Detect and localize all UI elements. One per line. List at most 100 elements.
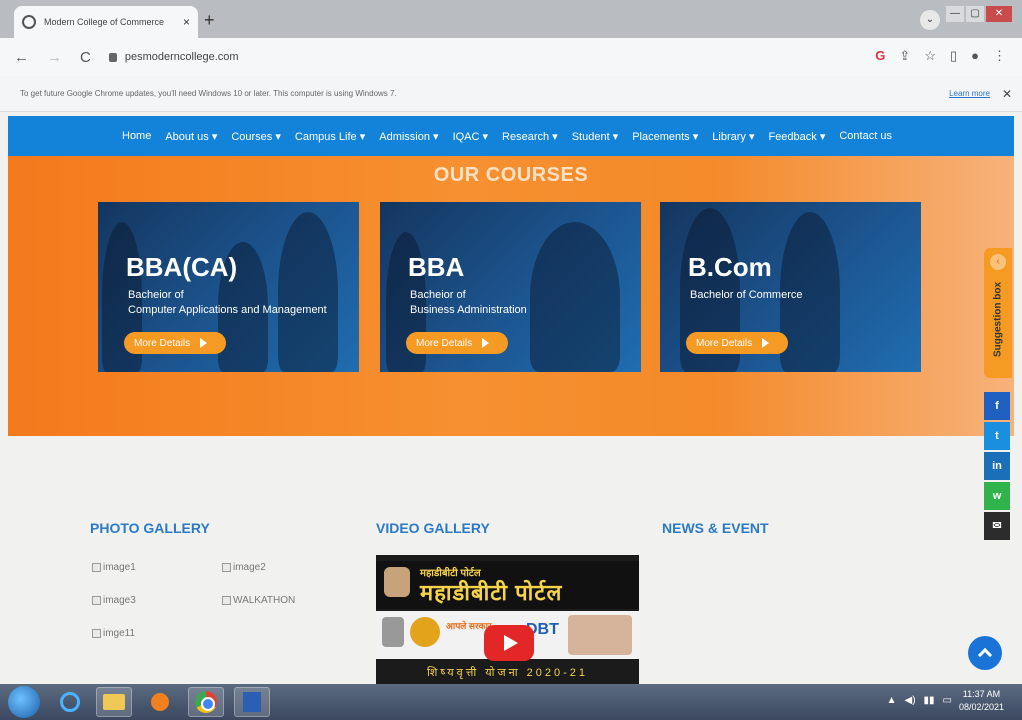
nav-item-iqac[interactable]: IQAC ▾: [453, 130, 488, 143]
suggestion-box-label: Suggestion box: [992, 282, 1004, 357]
nav-item-home[interactable]: Home: [122, 130, 151, 142]
taskbar-file-explorer[interactable]: [96, 687, 132, 717]
window-controls: — ▢ ✕: [946, 6, 1012, 22]
site-favicon-icon: [22, 15, 36, 29]
folder-icon: [103, 694, 125, 710]
seal-icon: [410, 617, 440, 647]
nav-item-student[interactable]: Student ▾: [572, 130, 619, 143]
nav-item-research[interactable]: Research ▾: [502, 130, 558, 143]
nav-item-campus-life[interactable]: Campus Life ▾: [295, 130, 365, 143]
share-icon[interactable]: ⇪: [899, 48, 910, 64]
course-card-bbaca[interactable]: BBA(CA) Bacheior of Computer Application…: [98, 202, 359, 372]
course-desc-line1: Bacheior of: [128, 289, 184, 301]
nav-item-library[interactable]: Library ▾: [712, 130, 754, 143]
video-bottom-caption: शिष्यवृत्ती योजना 2020-21: [426, 667, 588, 679]
taskbar-chrome[interactable]: [188, 687, 224, 717]
tab-close-icon[interactable]: ×: [183, 15, 190, 29]
window-close-button[interactable]: ✕: [986, 6, 1012, 22]
image-alt-text: image3: [103, 595, 136, 606]
nav-item-courses[interactable]: Courses ▾: [231, 130, 281, 143]
lock-icon: [108, 52, 117, 62]
emblem-icon: [382, 617, 404, 647]
gallery-image[interactable]: imge11: [92, 628, 135, 639]
course-description: Bacheior of Business Administration: [410, 288, 527, 318]
minimize-button[interactable]: —: [946, 6, 964, 22]
news-events-title: NEWS & EVENT: [662, 520, 769, 536]
nav-item-admission[interactable]: Admission ▾: [379, 130, 438, 143]
back-button[interactable]: ←: [14, 49, 29, 66]
browser-menu-icon[interactable]: ⋮: [993, 48, 1006, 64]
gallery-image[interactable]: image2: [222, 562, 266, 573]
nav-item-feedback[interactable]: Feedback ▾: [768, 130, 825, 143]
play-arrow-icon: [482, 338, 490, 348]
reload-button[interactable]: C: [80, 49, 91, 66]
infobar-close-icon[interactable]: ✕: [1002, 87, 1012, 101]
chevron-up-icon: [977, 647, 993, 663]
linkedin-icon[interactable]: in: [984, 452, 1010, 480]
infobar-message: To get future Google Chrome updates, you…: [20, 89, 397, 98]
tray-expand-icon[interactable]: ▲: [887, 695, 897, 706]
more-details-button[interactable]: More Details: [406, 332, 508, 354]
profile-icon[interactable]: ●: [971, 48, 979, 64]
gallery-image[interactable]: WALKATHON: [222, 595, 295, 606]
new-tab-button[interactable]: +: [204, 10, 215, 31]
taskbar-word[interactable]: [234, 687, 270, 717]
media-player-icon: [151, 693, 169, 711]
google-translate-icon[interactable]: G: [875, 48, 885, 64]
email-icon[interactable]: ✉: [984, 512, 1010, 540]
course-desc-line1: Bachelor of Commerce: [690, 289, 803, 301]
whatsapp-icon[interactable]: w: [984, 482, 1010, 510]
play-arrow-icon: [762, 338, 770, 348]
courses-title: OUR COURSES: [433, 164, 589, 186]
gallery-image[interactable]: image1: [92, 562, 136, 573]
taskbar-internet-explorer[interactable]: [52, 687, 88, 717]
clock-time: 11:37 AM: [962, 689, 1001, 699]
more-details-label: More Details: [696, 337, 753, 349]
image-alt-text: WALKATHON: [233, 595, 296, 606]
notification-icon[interactable]: ▭: [943, 695, 952, 706]
course-card-bba[interactable]: BBA Bacheior of Business Administration …: [380, 202, 641, 372]
course-name: BBA: [408, 252, 465, 282]
browser-tab-strip: Modern College of Commerce × + ⌄ — ▢ ✕: [0, 0, 1022, 38]
nav-item-contact[interactable]: Contact us: [839, 130, 892, 142]
address-bar[interactable]: pesmoderncollege.com: [108, 51, 239, 63]
suggestion-box-tab[interactable]: ‹ Suggestion box: [984, 248, 1012, 378]
more-details-label: More Details: [134, 337, 191, 349]
maximize-button[interactable]: ▢: [966, 6, 984, 22]
browser-toolbar: ← → C pesmoderncollege.com G ⇪ ☆ ▯ ● ⋮: [0, 38, 1022, 76]
bookmark-star-icon[interactable]: ☆: [924, 48, 936, 64]
learn-more-link[interactable]: Learn more: [949, 89, 990, 98]
broken-image-icon: [222, 596, 231, 605]
system-tray: ▲ ◀) ▮▮ ▭: [887, 695, 952, 706]
windows-taskbar: ▲ ◀) ▮▮ ▭ 11:37 AM 08/02/2021: [0, 684, 1022, 720]
tab-title: Modern College of Commerce: [44, 17, 165, 27]
gallery-image[interactable]: image3: [92, 595, 136, 606]
youtube-play-button[interactable]: [484, 625, 534, 661]
more-details-button[interactable]: More Details: [124, 332, 226, 354]
browser-tab[interactable]: Modern College of Commerce ×: [14, 6, 198, 38]
twitter-icon[interactable]: t: [984, 422, 1010, 450]
forward-button[interactable]: →: [47, 49, 62, 66]
people-photo: [568, 615, 632, 655]
scroll-to-top-button[interactable]: [968, 636, 1002, 670]
more-details-button[interactable]: More Details: [686, 332, 788, 354]
broken-image-icon: [92, 563, 101, 572]
toolbar-actions: G ⇪ ☆ ▯ ● ⋮: [875, 48, 1006, 64]
start-button[interactable]: [8, 686, 40, 718]
nav-item-placements[interactable]: Placements ▾: [632, 130, 698, 143]
nav-item-about[interactable]: About us ▾: [165, 130, 217, 143]
network-icon[interactable]: ▮▮: [924, 695, 935, 706]
image-alt-text: image1: [103, 562, 136, 573]
screen: Modern College of Commerce × + ⌄ — ▢ ✕ ←…: [0, 0, 1022, 720]
tab-search-button[interactable]: ⌄: [920, 10, 940, 30]
facebook-icon[interactable]: f: [984, 392, 1010, 420]
course-card-bcom[interactable]: B.Com Bachelor of Commerce More Details: [660, 202, 921, 372]
broken-image-icon: [222, 563, 231, 572]
broken-image-icon: [92, 629, 101, 638]
person-avatar: [384, 567, 410, 597]
side-panel-icon[interactable]: ▯: [950, 48, 957, 64]
volume-icon[interactable]: ◀): [905, 695, 916, 706]
video-player[interactable]: महाडीबीटी पोर्टल महाडीबीटी पोर्टल आपले स…: [376, 555, 639, 685]
taskbar-media-player[interactable]: [142, 687, 178, 717]
taskbar-clock[interactable]: 11:37 AM 08/02/2021: [959, 688, 1004, 714]
